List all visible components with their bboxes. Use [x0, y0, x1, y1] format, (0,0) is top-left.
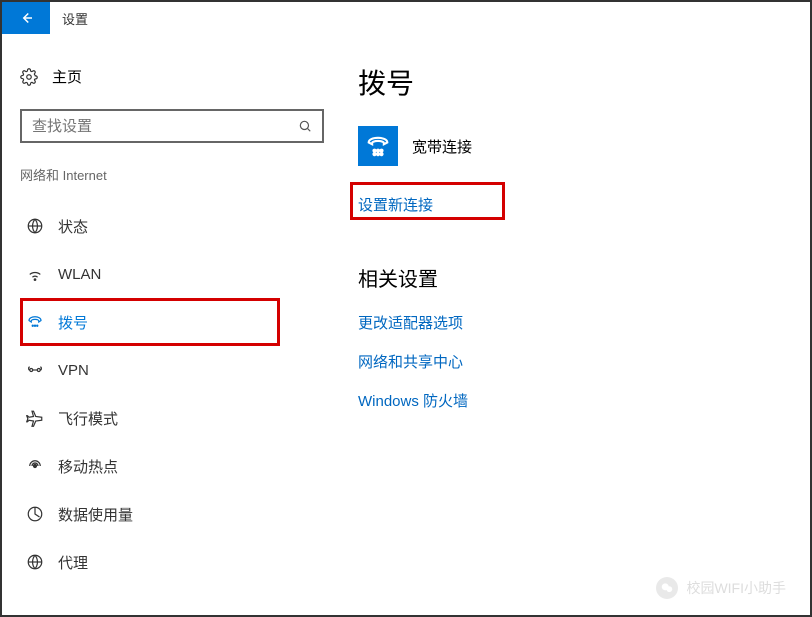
nav-home[interactable]: 主页	[20, 62, 324, 91]
back-button[interactable]	[2, 2, 50, 34]
connection-item[interactable]: 宽带连接	[358, 126, 790, 166]
link-new-connection[interactable]: 设置新连接	[358, 194, 433, 215]
sidebar-item-wlan[interactable]: WLAN	[20, 250, 324, 298]
dialup-icon	[26, 313, 44, 331]
sidebar-item-label: VPN	[58, 362, 89, 379]
main-panel: 拨号 宽带连接 设置新连接 相关设置 更改适配器选项 网络和共享中心 Windo…	[342, 34, 810, 615]
broadband-icon	[358, 126, 398, 166]
watermark: 校园WIFI小助手	[656, 577, 786, 599]
related-settings-title: 相关设置	[358, 263, 790, 292]
nav-home-label: 主页	[52, 66, 82, 87]
sidebar-item-datausage[interactable]: 数据使用量	[20, 490, 324, 538]
datausage-icon	[26, 505, 44, 523]
wifi-icon	[26, 265, 44, 283]
window-title: 设置	[62, 9, 88, 28]
connection-label: 宽带连接	[412, 136, 472, 157]
watermark-text: 校园WIFI小助手	[686, 578, 786, 598]
sidebar-item-label: 拨号	[58, 312, 88, 333]
search-icon	[298, 119, 312, 133]
sidebar-category: 网络和 Internet	[20, 165, 324, 184]
link-firewall[interactable]: Windows 防火墙	[358, 390, 468, 411]
title-bar: 设置	[2, 2, 810, 34]
hotspot-icon	[26, 457, 44, 475]
vpn-icon	[26, 361, 44, 379]
sidebar-item-label: 移动热点	[58, 456, 118, 477]
wechat-icon	[656, 577, 678, 599]
proxy-icon	[26, 553, 44, 571]
sidebar-item-label: WLAN	[58, 266, 101, 283]
link-adapter-options[interactable]: 更改适配器选项	[358, 312, 463, 333]
arrow-left-icon	[17, 9, 35, 27]
sidebar-item-proxy[interactable]: 代理	[20, 538, 324, 586]
page-title: 拨号	[358, 62, 790, 102]
gear-icon	[20, 68, 38, 86]
search-input[interactable]	[20, 109, 324, 143]
sidebar: 主页 网络和 Internet 状态 WLAN	[2, 34, 342, 615]
sidebar-item-dialup[interactable]: 拨号	[20, 298, 324, 346]
globe-icon	[26, 217, 44, 235]
sidebar-item-status[interactable]: 状态	[20, 202, 324, 250]
sidebar-item-vpn[interactable]: VPN	[20, 346, 324, 394]
sidebar-item-label: 状态	[58, 216, 88, 237]
sidebar-item-label: 数据使用量	[58, 504, 133, 525]
airplane-icon	[26, 409, 44, 427]
search-field[interactable]	[32, 118, 298, 135]
sidebar-item-airplane[interactable]: 飞行模式	[20, 394, 324, 442]
link-sharing-center[interactable]: 网络和共享中心	[358, 351, 463, 372]
sidebar-item-label: 代理	[58, 552, 88, 573]
sidebar-item-hotspot[interactable]: 移动热点	[20, 442, 324, 490]
sidebar-item-label: 飞行模式	[58, 408, 118, 429]
